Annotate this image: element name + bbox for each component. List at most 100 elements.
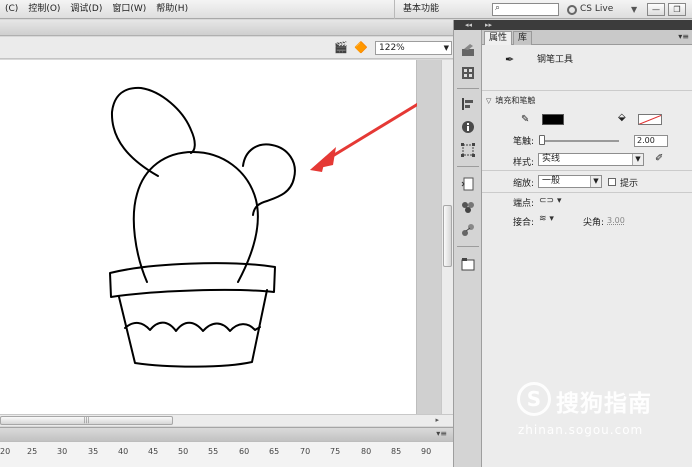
timeline-tick: 50 bbox=[178, 447, 189, 456]
brush-panel-icon[interactable] bbox=[460, 42, 476, 58]
divider bbox=[482, 90, 692, 91]
style-select[interactable]: 实线 ▼ bbox=[538, 153, 644, 166]
timeline-tick: 20 bbox=[0, 447, 11, 456]
horizontal-scrollbar[interactable]: ||| ▸ bbox=[0, 414, 453, 426]
cs-live-icon bbox=[567, 4, 577, 15]
menu-item-control[interactable]: 控制(O) bbox=[23, 0, 65, 19]
cs-live-button[interactable]: CS Live bbox=[567, 0, 613, 19]
main-menu: (C) 控制(O) 调试(D) 窗口(W) 帮助(H) bbox=[0, 0, 193, 19]
timeline-header: ▾≡ bbox=[0, 427, 453, 441]
edit-stroke-style-icon[interactable]: ✐ bbox=[655, 153, 663, 164]
miter-label: 尖角: bbox=[583, 218, 605, 228]
section-fill-stroke[interactable]: ▽ 填充和笔触 bbox=[486, 95, 535, 106]
timeline-tick: 30 bbox=[57, 447, 68, 456]
menu-item-window[interactable]: 窗口(W) bbox=[107, 0, 151, 19]
expand-icon[interactable]: ▸▸ bbox=[485, 20, 492, 30]
miter-value[interactable]: 3.00 bbox=[607, 216, 625, 225]
timeline-tick: 55 bbox=[208, 447, 219, 456]
dock-divider bbox=[457, 88, 479, 89]
collapse-section-icon: ▽ bbox=[486, 97, 492, 105]
menu-item-debug[interactable]: 调试(D) bbox=[65, 0, 107, 19]
hint-checkbox[interactable] bbox=[608, 178, 616, 186]
timeline-tick: 80 bbox=[361, 447, 372, 456]
collapse-icon[interactable]: ◂◂ bbox=[454, 20, 483, 30]
style-label: 样式: bbox=[513, 158, 535, 168]
cactus-pad-right bbox=[242, 143, 296, 216]
scene-panel-icon[interactable] bbox=[460, 256, 476, 272]
stroke-slider[interactable] bbox=[542, 140, 619, 142]
tab-library[interactable]: 库 bbox=[513, 31, 533, 45]
cactus-drawing bbox=[109, 86, 437, 368]
timeline-tick: 90 bbox=[421, 447, 432, 456]
workspace-switcher[interactable]: 基本功能 bbox=[394, 0, 447, 19]
motion-presets-icon[interactable] bbox=[460, 222, 476, 238]
annotation-arrow bbox=[310, 91, 437, 172]
fill-color-swatch[interactable] bbox=[638, 114, 662, 125]
restore-button[interactable]: ❐ bbox=[668, 3, 686, 16]
panel-menu-icon[interactable]: ▾≡ bbox=[678, 32, 689, 41]
cap-style-icon[interactable]: ⊂⊃ ▾ bbox=[539, 196, 561, 206]
dock-divider bbox=[457, 246, 479, 247]
pen-tool-icon: ✒ bbox=[505, 53, 515, 66]
tool-name: 钢笔工具 bbox=[537, 55, 574, 65]
panel-options-icon[interactable]: ▾≡ bbox=[436, 429, 447, 438]
panel-tabs: 属性 库 ▾≡ bbox=[482, 30, 692, 45]
info-icon[interactable] bbox=[460, 119, 476, 135]
timeline-tick: 75 bbox=[330, 447, 341, 456]
timeline-tick: 25 bbox=[27, 447, 38, 456]
chevron-down-icon: ▼ bbox=[590, 176, 601, 187]
scale-value: 一般 bbox=[542, 176, 561, 186]
panel-dock: ◂◂ bbox=[453, 20, 483, 467]
dock-divider bbox=[457, 166, 479, 167]
vertical-scrollbar[interactable] bbox=[441, 60, 453, 414]
timeline-tick: 85 bbox=[391, 447, 402, 456]
zoom-select[interactable]: 122% ▼ bbox=[375, 41, 452, 55]
edit-scene-icon[interactable]: 🎬 bbox=[334, 41, 348, 54]
join-style-icon[interactable]: ≋ ▾ bbox=[539, 214, 554, 224]
align-panel-icon[interactable] bbox=[460, 96, 476, 112]
tab-properties[interactable]: 属性 bbox=[484, 31, 513, 45]
timeline-tick: 45 bbox=[148, 447, 159, 456]
pot-wave bbox=[124, 321, 261, 332]
watermark-url: zhinan.sogou.com bbox=[518, 423, 644, 437]
scale-select[interactable]: 一般 ▼ bbox=[538, 175, 602, 188]
join-label: 接合: bbox=[513, 218, 535, 228]
menu-bar: (C) 控制(O) 调试(D) 窗口(W) 帮助(H) 基本功能 ⌕ CS Li… bbox=[0, 0, 692, 19]
timeline-tick: 70 bbox=[300, 447, 311, 456]
sogou-logo: S bbox=[517, 382, 551, 416]
scale-label: 缩放: bbox=[513, 179, 535, 189]
code-snippets-icon[interactable] bbox=[460, 176, 476, 192]
cs-live-label: CS Live bbox=[580, 4, 614, 14]
divider bbox=[482, 170, 692, 171]
stroke-size-input[interactable]: 2.00 bbox=[634, 135, 668, 147]
components-icon[interactable] bbox=[460, 199, 476, 215]
search-icon: ⌕ bbox=[495, 3, 501, 13]
timeline-tick: 40 bbox=[118, 447, 129, 456]
horizontal-scroll-thumb[interactable]: ||| bbox=[0, 416, 173, 425]
edit-symbol-icon[interactable]: 🔶 bbox=[354, 41, 368, 54]
stroke-color-swatch[interactable] bbox=[542, 114, 564, 125]
cs-live-dropdown-icon[interactable]: ▼ bbox=[631, 0, 637, 19]
stage-canvas[interactable] bbox=[0, 60, 437, 414]
pot-rim bbox=[109, 262, 276, 298]
vertical-scroll-thumb[interactable] bbox=[443, 205, 452, 267]
timeline-tick: 60 bbox=[239, 447, 250, 456]
menu-item-help[interactable]: 帮助(H) bbox=[151, 0, 193, 19]
transform-icon[interactable] bbox=[460, 142, 476, 158]
zoom-value: 122% bbox=[379, 43, 405, 53]
timeline-ruler[interactable]: 20 25 30 35 40 45 50 55 60 65 70 75 80 8… bbox=[0, 441, 453, 467]
color-swatches-icon[interactable] bbox=[460, 65, 476, 81]
fill-color-icon: ⬙ bbox=[618, 112, 626, 123]
timeline-tick: 65 bbox=[269, 447, 280, 456]
menu-item-commands[interactable]: (C) bbox=[0, 0, 23, 19]
edit-bar: 🎬 🔶 122% ▼ bbox=[0, 37, 453, 59]
scroll-right-icon[interactable]: ▸ bbox=[435, 416, 439, 424]
timeline-tick: 35 bbox=[88, 447, 99, 456]
minimize-button[interactable]: — bbox=[647, 3, 665, 16]
stroke-slider-handle[interactable] bbox=[539, 135, 545, 145]
chevron-down-icon: ▼ bbox=[443, 44, 449, 52]
panel-title-strip: ▸▸ bbox=[482, 20, 692, 30]
divider bbox=[482, 192, 692, 193]
section-title: 填充和笔触 bbox=[495, 96, 536, 105]
search-input[interactable]: ⌕ bbox=[492, 3, 559, 16]
